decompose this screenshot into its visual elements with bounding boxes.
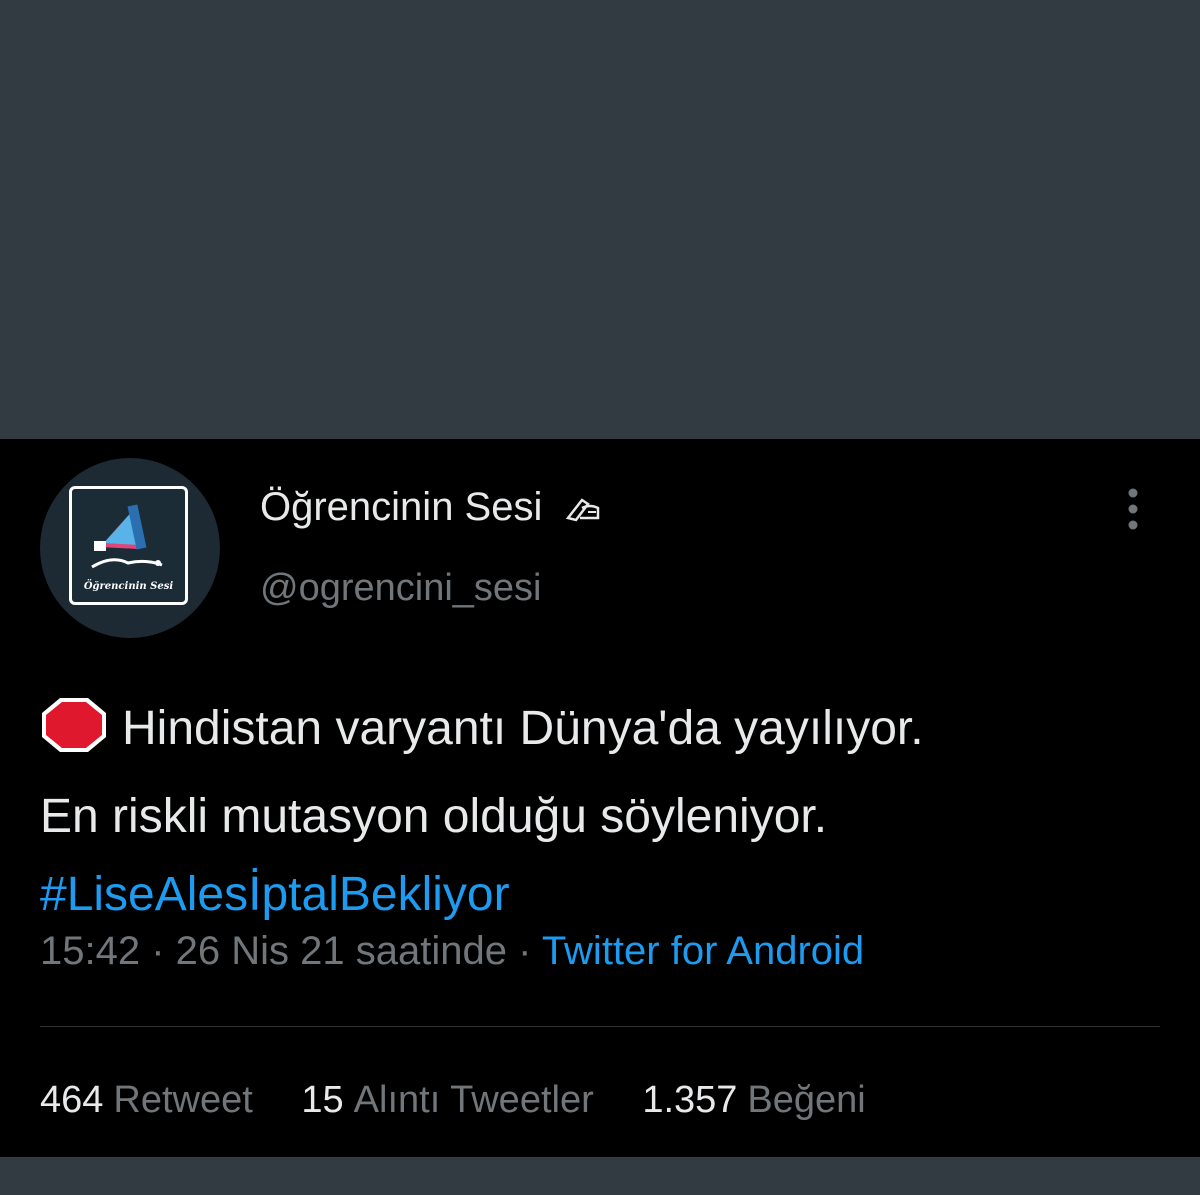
tweet-text: Hindistan varyantı Dünya'da yayılıyor. E… xyxy=(40,690,1160,934)
more-options-icon[interactable] xyxy=(1120,485,1146,533)
divider xyxy=(40,1026,1160,1027)
author-handle[interactable]: @ogrencini_sesi xyxy=(260,567,542,610)
hashtag-link[interactable]: #LiseAlesİptalBekliyor xyxy=(40,856,1160,934)
tweet-card: Öğrencinin Sesi Öğrencinin Sesi @ogrenci… xyxy=(0,439,1200,1157)
retweet-count: 464 xyxy=(40,1079,104,1121)
avatar[interactable]: Öğrencinin Sesi xyxy=(40,458,220,638)
like-count-link[interactable]: 1.357 Beğeni xyxy=(642,1079,865,1122)
tweet-date[interactable]: 26 Nis 21 saatinde xyxy=(176,929,507,973)
like-label: Beğeni xyxy=(747,1079,866,1121)
meta-separator: · xyxy=(506,929,542,973)
avatar-logo-text: Öğrencinin Sesi xyxy=(83,581,174,592)
tweet-text-line-2: En riskli mutasyon olduğu söyleniyor. xyxy=(40,790,828,843)
quote-count: 15 xyxy=(301,1079,344,1121)
quote-label: Alıntı Tweetler xyxy=(353,1079,594,1121)
tweet-stats: 464 Retweet 15 Alıntı Tweetler 1.357 Beğeni xyxy=(40,1079,904,1122)
avatar-logo: Öğrencinin Sesi xyxy=(69,486,188,605)
retweet-label: Retweet xyxy=(113,1079,253,1121)
stop-sign-icon xyxy=(40,696,108,778)
meta-separator: · xyxy=(140,929,176,973)
tweet-time[interactable]: 15:42 xyxy=(40,929,140,973)
retweet-count-link[interactable]: 464 Retweet xyxy=(40,1079,253,1122)
bottom-empty-area xyxy=(0,1157,1200,1195)
author-display-name[interactable]: Öğrencinin Sesi xyxy=(260,485,542,529)
tweet-text-line-1: Hindistan varyantı Dünya'da yayılıyor. xyxy=(122,702,924,755)
like-count: 1.357 xyxy=(642,1079,738,1121)
tweet-meta: 15:42 · 26 Nis 21 saatinde · Twitter for… xyxy=(40,929,864,974)
top-empty-area xyxy=(0,0,1200,439)
tweet-source-link[interactable]: Twitter for Android xyxy=(542,929,864,973)
writing-hand-icon xyxy=(564,487,604,532)
author-name-row[interactable]: Öğrencinin Sesi xyxy=(260,485,604,532)
quote-count-link[interactable]: 15 Alıntı Tweetler xyxy=(301,1079,593,1122)
tweet-line-1: Hindistan varyantı Dünya'da yayılıyor. xyxy=(40,690,1160,778)
